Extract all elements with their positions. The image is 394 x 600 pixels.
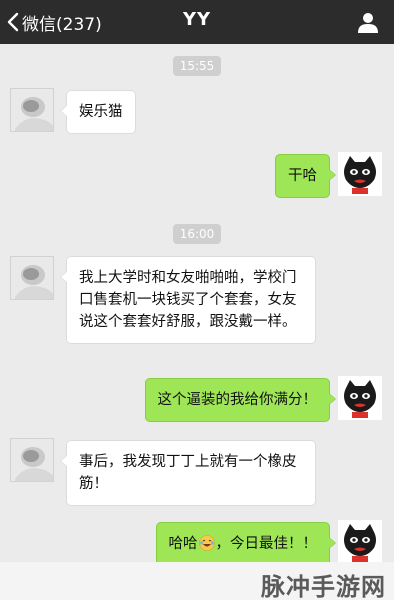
own-avatar[interactable] bbox=[338, 520, 382, 564]
baby-photo-avatar-icon bbox=[11, 89, 53, 131]
message-bubble-incoming[interactable]: 我上大学时和女友啪啪啪，学校门口售套机一块钱买了个套套，女友说这个套套好舒服，跟… bbox=[60, 256, 316, 344]
message-text: 事后，我发现丁丁上就有一个橡皮筋！ bbox=[79, 454, 297, 492]
message-bubble-outgoing[interactable]: 干哈 bbox=[275, 154, 336, 198]
own-avatar[interactable] bbox=[338, 376, 382, 420]
chat-area[interactable]: 15:55 娱乐猫 干哈 16:00 我上大学时和女友啪啪啪，学校门口售套机一块… bbox=[0, 44, 394, 600]
message-bubble-outgoing[interactable]: 哈哈 ，今日最佳！！ bbox=[155, 522, 336, 566]
own-avatar[interactable] bbox=[338, 152, 382, 196]
message-text: 这个逼装的我给你满分！ bbox=[157, 392, 318, 408]
message-text-after-emoji: ，今日最佳！！ bbox=[215, 536, 318, 552]
timestamp: 16:00 bbox=[173, 224, 221, 244]
site-watermark: 脉冲手游网 bbox=[261, 573, 386, 600]
timestamp: 15:55 bbox=[173, 56, 221, 76]
message-text: 我上大学时和女友啪啪啪，学校门口售套机一块钱买了个套套，女友说这个套套好舒服，跟… bbox=[79, 270, 297, 330]
cartoon-cat-avatar-icon bbox=[338, 520, 382, 564]
message-text: 干哈 bbox=[288, 168, 317, 184]
message-bubble-incoming[interactable]: 事后，我发现丁丁上就有一个橡皮筋！ bbox=[60, 440, 316, 506]
contact-avatar[interactable] bbox=[10, 88, 54, 132]
cartoon-cat-avatar-icon bbox=[338, 152, 382, 196]
message-text: 娱乐猫 bbox=[79, 104, 123, 120]
message-text-before-emoji: 哈哈 bbox=[168, 536, 198, 552]
cartoon-cat-avatar-icon bbox=[338, 376, 382, 420]
baby-photo-avatar-icon bbox=[11, 257, 53, 299]
chat-header: 微信(237) YY bbox=[0, 0, 394, 44]
chat-title: YY bbox=[182, 9, 212, 30]
baby-photo-avatar-icon bbox=[11, 439, 53, 481]
message-bubble-incoming[interactable]: 娱乐猫 bbox=[60, 90, 136, 134]
laughing-tears-emoji-icon bbox=[198, 535, 215, 551]
person-icon[interactable] bbox=[356, 10, 380, 34]
contact-avatar[interactable] bbox=[10, 438, 54, 482]
message-bubble-outgoing[interactable]: 这个逼装的我给你满分！ bbox=[144, 378, 336, 422]
contact-avatar[interactable] bbox=[10, 256, 54, 300]
